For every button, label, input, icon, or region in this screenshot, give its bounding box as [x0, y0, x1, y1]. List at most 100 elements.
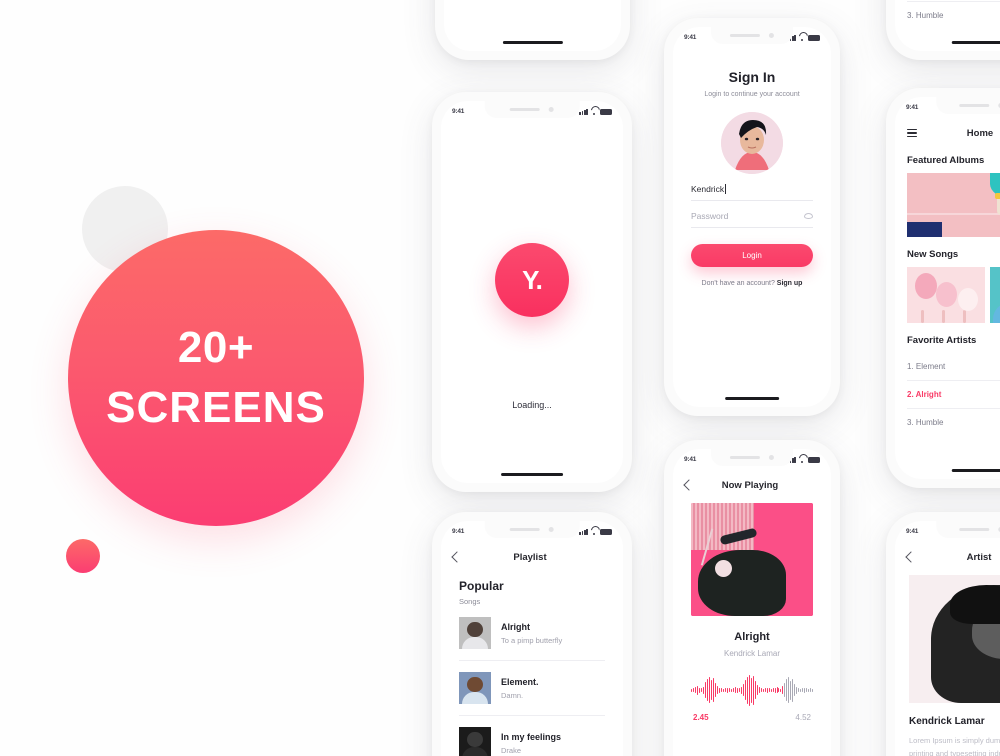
- screen-playlist: 9:41 Playlist Popular Songs Alright To a…: [441, 521, 623, 756]
- speaker-grille-icon: [959, 528, 989, 531]
- waveform-bar: [693, 688, 694, 692]
- album-artwork: [691, 503, 813, 616]
- waveform-bar: [794, 684, 795, 696]
- section-new-songs-label: New Songs: [907, 249, 959, 260]
- eye-icon[interactable]: [804, 213, 813, 219]
- status-icons: [579, 528, 612, 535]
- playback-times: 2.45 4.52: [693, 713, 811, 722]
- phone-notch: [710, 449, 794, 466]
- waveform-bar: [724, 688, 726, 692]
- user-avatar-illustration: [721, 112, 783, 174]
- waveform-bar: [806, 688, 807, 692]
- total-time: 4.52: [795, 713, 811, 722]
- home-indicator: [951, 41, 1000, 44]
- username-field[interactable]: Kendrick: [691, 174, 813, 201]
- audio-waveform[interactable]: [691, 673, 813, 707]
- waveform-bar: [701, 688, 702, 692]
- waveform-bar: [713, 678, 714, 702]
- page-subtitle: Login to continue your account: [704, 91, 800, 98]
- waveform-bar: [714, 683, 716, 697]
- song-name: In my feelings: [501, 731, 562, 742]
- waveform-bar: [758, 687, 760, 693]
- new-songs-row: [907, 267, 1000, 323]
- promo-label: SCREENS: [106, 383, 326, 432]
- wifi-icon: [799, 35, 806, 41]
- artist-row[interactable]: 1. Element: [907, 353, 1000, 381]
- status-time: 9:41: [452, 108, 465, 115]
- waveform-bar: [776, 687, 778, 693]
- avatar[interactable]: [721, 112, 783, 174]
- waveform-bar: [790, 680, 791, 700]
- screen-splash: 9:41 Y. Loading...: [441, 101, 623, 483]
- status-time: 9:41: [906, 104, 919, 111]
- home-indicator: [951, 469, 1000, 472]
- new-song-thumb-portrait[interactable]: [989, 267, 1000, 323]
- list-item[interactable]: Element. Damn.: [459, 661, 605, 716]
- battery-icon: [808, 456, 820, 463]
- username-value: Kendrick: [691, 184, 725, 194]
- wifi-icon: [799, 457, 806, 463]
- waveform-bar: [784, 683, 786, 697]
- login-button[interactable]: Login: [691, 244, 813, 267]
- waveform-bar: [699, 687, 700, 693]
- waveform-bar: [766, 687, 768, 693]
- waveform-bar: [808, 688, 809, 692]
- playlist-navbar: Playlist: [441, 541, 623, 567]
- decorative-small-dot: [66, 539, 100, 573]
- waveform-bar: [736, 687, 738, 693]
- phone-blank-top: [435, 0, 630, 60]
- screen-blank: [444, 0, 621, 51]
- page-title: Playlist: [513, 551, 547, 563]
- front-camera-icon: [769, 455, 774, 460]
- waveform-bar: [709, 677, 710, 703]
- list-item[interactable]: Alright To a pimp butterfly: [459, 606, 605, 661]
- splash-content: Y. Loading...: [441, 121, 623, 483]
- waveform-bar: [802, 688, 803, 692]
- sign-in-content: Sign In Login to continue your account K…: [673, 47, 831, 407]
- home-navbar: Home: [895, 117, 1000, 143]
- album-art-cup-lid: [995, 193, 1000, 200]
- waveform-bar: [722, 688, 724, 692]
- song-album: To a pimp butterfly: [501, 635, 563, 645]
- sign-up-link[interactable]: Sign up: [777, 280, 803, 287]
- featured-album-card[interactable]: [907, 173, 1000, 237]
- waveform-bar: [730, 688, 732, 692]
- page-title: Artist: [966, 551, 992, 563]
- playlist-content: Playlist Popular Songs Alright To a pimp…: [441, 541, 623, 756]
- song-name: Element.: [501, 676, 539, 687]
- artist-row[interactable]: 3. Humble: [907, 409, 1000, 436]
- album-art-navy-shape: [907, 221, 943, 237]
- artist-row[interactable]: 2. Alright: [907, 381, 1000, 409]
- hamburger-menu-icon[interactable]: [907, 128, 917, 138]
- song-meta: Element. Damn.: [501, 677, 539, 700]
- status-time: 9:41: [684, 456, 697, 463]
- list-item[interactable]: In my feelings Drake: [459, 716, 605, 756]
- current-time: 2.45: [693, 713, 709, 722]
- waveform-bar: [744, 680, 746, 700]
- waveform-bar: [754, 681, 756, 699]
- now-playing-navbar: Now Playing: [673, 469, 831, 495]
- speaker-grille-icon: [730, 456, 760, 459]
- waveform-bar: [742, 684, 744, 696]
- waveform-bar: [695, 687, 696, 693]
- speaker-grille-icon: [510, 108, 540, 111]
- password-field[interactable]: Password: [691, 201, 813, 228]
- waveform-bar: [707, 679, 708, 701]
- song-album: Drake: [501, 745, 522, 755]
- home-indicator: [502, 41, 563, 44]
- section-featured-albums-label: Featured Albums: [907, 155, 985, 166]
- status-time: 9:41: [684, 34, 697, 41]
- new-song-thumb-balloons[interactable]: [907, 267, 985, 323]
- promo-badge-circle: 20+ SCREENS: [68, 230, 364, 526]
- waveform-bar: [778, 688, 780, 692]
- wifi-icon: [591, 529, 598, 535]
- waveform-bar: [720, 688, 722, 692]
- artwork-hair: [698, 550, 787, 616]
- page-title: Sign In: [728, 69, 776, 85]
- home-indicator: [725, 397, 779, 400]
- phone-artist: 9:41 Artist Kendrick Lamar Lorem Ipsum i…: [886, 512, 1000, 756]
- phone-home-top: 2. Alright 3. Humble: [886, 0, 1000, 60]
- waveform-bar: [760, 688, 762, 692]
- front-camera-icon: [549, 107, 554, 112]
- artist-row[interactable]: 3. Humble: [907, 2, 1000, 29]
